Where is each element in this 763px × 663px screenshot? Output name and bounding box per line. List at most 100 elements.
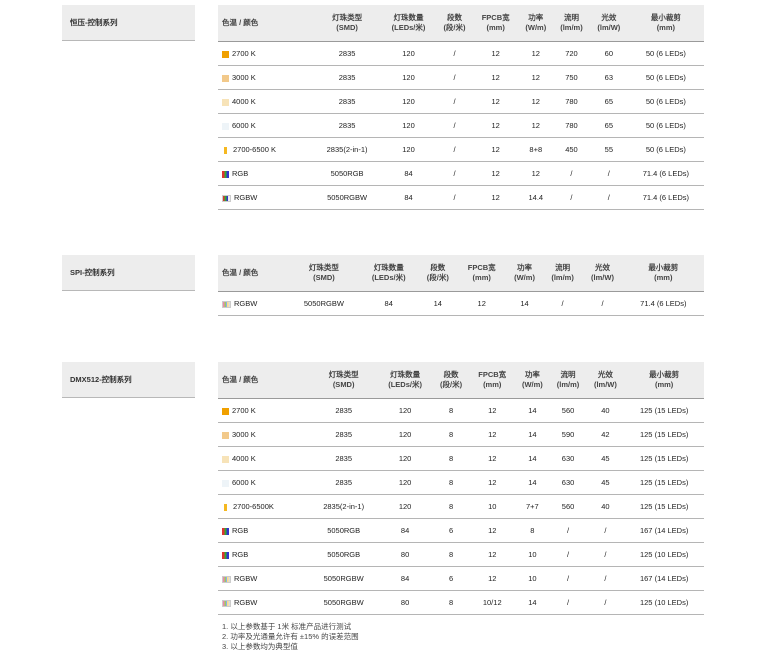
column-header: 功率 (W/m) [515, 362, 550, 399]
table-row: 3000 K 2835 120 8 12 14 590 42 125 (15 LEDs) [218, 422, 704, 447]
table-cell: / [436, 65, 473, 90]
color-label: RGB [232, 526, 249, 535]
column-header: 灯珠类型 (SMD) [288, 255, 360, 292]
color-swatch-icon [222, 431, 229, 439]
table-row: RGB 5050RGB 84 6 12 8//167 (14 LEDs) [218, 518, 704, 543]
table-row: 2700 K 2835 120 8 12 14 560 40 125 (15 LEDs) [218, 398, 704, 423]
table-cell: 45 [586, 470, 625, 495]
color-label: 2700-6500 K [233, 145, 276, 154]
spec-table: 色温 / 颜色 灯珠类型 (SMD) 灯珠数量 (LEDs/米) 段数 (段/米) FP… [218, 362, 704, 615]
table-cell: / [436, 41, 473, 66]
table-cell: 8 [432, 470, 470, 495]
table-cell: 10/12 [469, 590, 516, 615]
color-label: 4000 K [232, 454, 256, 463]
table-cell: 84 [377, 566, 433, 591]
color-cell: RGB [218, 518, 311, 543]
color-swatch-icon [222, 479, 229, 487]
color-label: 6000 K [232, 121, 256, 130]
pixel-swatch-icon [222, 575, 231, 583]
table-row: 2700-6500 K 2835(2-in-1) 120/12 8+8 450 55 50 … [218, 137, 704, 162]
column-header: 色温 / 颜色 [218, 5, 314, 42]
color-label: RGBW [234, 299, 258, 308]
rgb-swatch-icon [222, 551, 229, 559]
column-header: 最小裁剪 (mm) [624, 362, 704, 399]
column-header: 光效 (lm/W) [582, 255, 623, 292]
table-cell: 42 [586, 422, 625, 447]
table-cell: 65 [589, 89, 628, 114]
color-swatch-icon [222, 407, 229, 415]
table-row: 4000 K 2835 120 8 12 14 630 45 125 (15 LEDs) [218, 446, 704, 471]
table-cell: 120 [380, 113, 437, 138]
table-cell: 84 [380, 185, 437, 210]
table-cell: 120 [377, 446, 433, 471]
table-cell: 8 [515, 518, 550, 543]
column-header: 段数 (段/米) [436, 5, 473, 42]
table-cell: 450 [552, 137, 590, 162]
table-cell: / [436, 185, 473, 210]
table-cell: 40 [586, 398, 625, 423]
table-cell: 125 (15 LEDs) [624, 422, 704, 447]
table-cell: 7+7 [515, 494, 550, 519]
table-cell: / [586, 566, 625, 591]
table-cell: 2835(2-in-1) [313, 137, 381, 162]
table-cell: 120 [380, 41, 437, 66]
table-cell: 12 [469, 566, 516, 591]
table-cell: 120 [377, 470, 433, 495]
table-cell: 12 [472, 113, 519, 138]
table-cell: 12 [469, 446, 516, 471]
table-cell: 125 (10 LEDs) [624, 542, 704, 567]
table-cell: 12 [472, 89, 519, 114]
color-swatch-icon [222, 74, 229, 82]
table-cell: 14 [515, 470, 550, 495]
color-cell: 2700 K [218, 398, 311, 423]
table-row: RGB 5050RGB 84/12 12//71.4 (6 LEDs) [218, 161, 704, 186]
table-row: RGBW 5050RGBW 84 14 12 14//71.4 (6 LEDs) [218, 291, 704, 316]
column-header: 段数 (段/米) [418, 255, 458, 292]
table-cell: 2835 [310, 470, 378, 495]
table-cell: 2835 [310, 398, 378, 423]
column-header: 灯珠数量 (LEDs/米) [359, 255, 419, 292]
table-cell: 5050RGB [313, 161, 381, 186]
table-cell: 2835(2-in-1) [310, 494, 378, 519]
color-label: 4000 K [232, 97, 256, 106]
section-label: SPI-控制系列 [62, 255, 195, 291]
table-cell: 50 (6 LEDs) [627, 137, 704, 162]
color-cell: RGBW [218, 590, 311, 615]
table-cell: 55 [589, 137, 628, 162]
table-cell: 2835 [313, 41, 381, 66]
table-cell: 12 [469, 542, 516, 567]
color-cell: 3000 K [218, 422, 311, 447]
table-cell: 84 [377, 518, 433, 543]
table-cell: 780 [552, 113, 590, 138]
table-cell: 6 [432, 566, 470, 591]
table-cell: 45 [586, 446, 625, 471]
table-cell: 8 [432, 398, 470, 423]
color-cell: RGBW [218, 291, 289, 316]
color-swatch-icon [222, 50, 229, 58]
table-cell: 120 [380, 65, 437, 90]
color-cell: RGBW [218, 566, 311, 591]
column-header: FPCB宽 (mm) [472, 5, 519, 42]
table-cell: 125 (15 LEDs) [624, 398, 704, 423]
color-label: RGBW [234, 598, 258, 607]
table-cell: 12 [518, 113, 553, 138]
table-cell: 12 [469, 518, 516, 543]
table-cell: 780 [552, 89, 590, 114]
table-cell: 84 [380, 161, 437, 186]
table-cell: 120 [377, 398, 433, 423]
table-cell: 750 [552, 65, 590, 90]
table-cell: 6 [432, 518, 470, 543]
column-header: FPCB宽 (mm) [457, 255, 507, 292]
footnote: 1. 以上参数基于 1米 标准产品进行测试 [222, 622, 352, 631]
table-cell: 167 (14 LEDs) [624, 566, 704, 591]
section-label: DMX512-控制系列 [62, 362, 195, 398]
table-cell: 14.4 [518, 185, 553, 210]
table-cell: 125 (15 LEDs) [624, 446, 704, 471]
column-header: 光效 (lm/W) [586, 362, 625, 399]
table-cell: 14 [515, 422, 550, 447]
table-cell: / [586, 518, 625, 543]
footnotes: 1. 以上参数基于 1米 标准产品进行测试 2. 功率及光通量允许有 ±15% … [222, 622, 359, 652]
table-cell: 10 [469, 494, 516, 519]
table-cell: 50 (6 LEDs) [627, 113, 704, 138]
tunable-white-swatch-icon [224, 146, 227, 154]
